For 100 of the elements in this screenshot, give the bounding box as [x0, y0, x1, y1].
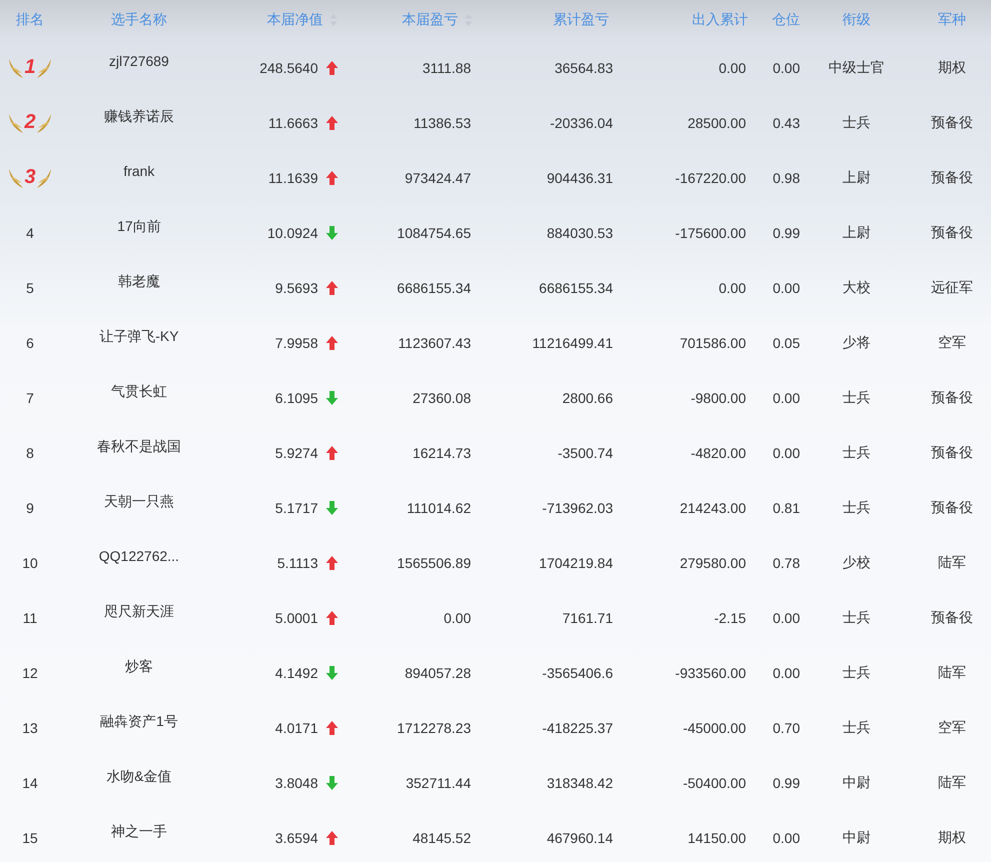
table-cell: 4.1492 — [275, 664, 318, 680]
column-header[interactable]: 排名 — [16, 11, 44, 29]
table-cell: 5.9274 — [275, 444, 318, 460]
column-header[interactable]: 仓位 — [772, 11, 800, 29]
table-cell: 5.0001 — [275, 610, 318, 626]
table-cell: 远征军 — [931, 278, 973, 296]
table-cell: 111014.62 — [406, 500, 471, 516]
table-cell: 中级士官 — [828, 58, 884, 76]
table-cell: 0.81 — [772, 500, 800, 516]
table-cell: 14150.00 — [688, 830, 746, 846]
table-cell: 11216499.41 — [532, 334, 613, 350]
table-cell: 1084754.65 — [397, 224, 471, 240]
table-cell: 士兵 — [842, 718, 870, 736]
table-cell: 士兵 — [842, 664, 870, 682]
table-cell: 0.00 — [772, 610, 800, 626]
table-cell: 10.0924 — [267, 224, 318, 240]
table-cell: 3.8048 — [275, 774, 318, 790]
table-cell: 973424.47 — [404, 170, 471, 186]
table-cell: 0.00 — [772, 830, 800, 846]
table-cell: 3111.88 — [422, 60, 471, 76]
table-cell: 36564.83 — [554, 60, 613, 76]
table-cell: 28500.00 — [688, 114, 746, 130]
table-cell: 期权 — [938, 828, 966, 846]
rank-number: 7 — [26, 390, 34, 406]
rank-number: 14 — [22, 774, 38, 790]
rank-number: 5 — [26, 280, 34, 296]
column-header[interactable]: 本届净值 — [267, 11, 323, 29]
rank-number: 9 — [26, 500, 34, 516]
table-cell: 884030.53 — [546, 224, 613, 240]
rank-number: 13 — [22, 720, 38, 736]
table-cell: 1565506.89 — [397, 554, 471, 570]
table-cell: 7.9958 — [275, 334, 318, 350]
table-cell: 士兵 — [842, 388, 870, 406]
table-cell: 0.43 — [772, 114, 800, 130]
table-cell: 0.99 — [772, 224, 800, 240]
player-name: 17向前 — [117, 218, 161, 236]
table-cell: 0.98 — [772, 170, 800, 186]
rank-number: 11 — [22, 610, 38, 626]
player-name: 赚钱养诺辰 — [104, 108, 174, 126]
table-cell: 士兵 — [842, 498, 870, 516]
table-cell: 预备役 — [931, 388, 973, 406]
table-cell: 894057.28 — [404, 664, 471, 680]
table-cell: -167220.00 — [675, 170, 746, 186]
rank-number: 12 — [22, 664, 38, 680]
column-header[interactable]: 本届盈亏 — [402, 11, 458, 29]
table-cell: 0.00 — [772, 390, 800, 406]
table-cell: 904436.31 — [546, 170, 613, 186]
column-header[interactable]: 出入累计 — [692, 11, 748, 29]
table-cell: 0.78 — [772, 554, 800, 570]
table-cell: 预备役 — [931, 498, 973, 516]
player-name: 咫尺新天涯 — [104, 603, 174, 621]
table-cell: 2800.66 — [562, 390, 613, 406]
column-header[interactable]: 累计盈亏 — [553, 11, 609, 29]
table-cell: 少将 — [842, 334, 870, 352]
table-cell: 预备役 — [931, 444, 973, 462]
table-cell: 6.1095 — [275, 390, 318, 406]
table-cell: 248.5640 — [260, 60, 318, 76]
table-cell: 预备役 — [931, 114, 973, 132]
table-cell: -20336.04 — [550, 114, 613, 130]
table-cell: -175600.00 — [675, 224, 746, 240]
player-name: 炒客 — [125, 658, 153, 676]
table-cell: -933560.00 — [675, 664, 746, 680]
column-header[interactable]: 军种 — [938, 11, 966, 29]
player-name: 春秋不是战国 — [97, 438, 181, 456]
column-header[interactable]: 选手名称 — [111, 11, 167, 29]
table-cell: 11.1639 — [268, 170, 318, 186]
table-cell: 214243.00 — [680, 500, 746, 516]
rank-number: 6 — [26, 334, 34, 350]
player-name: 水吻&金值 — [106, 768, 172, 786]
table-cell: 期权 — [938, 58, 966, 76]
table-cell: 9.5693 — [275, 280, 318, 296]
table-cell: 0.00 — [772, 444, 800, 460]
table-cell: 352711.44 — [406, 774, 471, 790]
table-cell: 701586.00 — [680, 334, 746, 350]
table-cell: 467960.14 — [546, 830, 613, 846]
player-name: 天朝一只燕 — [104, 493, 174, 511]
table-cell: 318348.42 — [546, 774, 613, 790]
table-cell: 预备役 — [931, 224, 973, 242]
table-cell: 7161.71 — [562, 610, 613, 626]
table-cell: 中尉 — [842, 828, 870, 846]
table-cell: 少校 — [842, 554, 870, 572]
table-cell: 0.00 — [772, 664, 800, 680]
table-cell: -3565406.6 — [542, 664, 613, 680]
table-cell: 6686155.34 — [539, 280, 613, 296]
table-cell: 0.00 — [772, 280, 800, 296]
table-cell: 4.0171 — [275, 720, 318, 736]
table-cell: 5.1717 — [275, 500, 318, 516]
table-cell: 中尉 — [842, 774, 870, 792]
column-header[interactable]: 衔级 — [842, 11, 870, 29]
table-cell: 5.1113 — [277, 554, 318, 570]
table-cell: 6686155.34 — [397, 280, 471, 296]
table-cell: -9800.00 — [690, 390, 746, 406]
player-name: 韩老魔 — [118, 273, 160, 291]
table-cell: -50400.00 — [682, 774, 746, 790]
table-cell: 0.00 — [444, 610, 471, 626]
table-cell: 48145.52 — [412, 830, 471, 846]
table-cell: 0.70 — [772, 720, 800, 736]
table-cell: 预备役 — [931, 168, 973, 186]
table-cell: -418225.37 — [542, 720, 613, 736]
table-cell: 大校 — [842, 278, 870, 296]
